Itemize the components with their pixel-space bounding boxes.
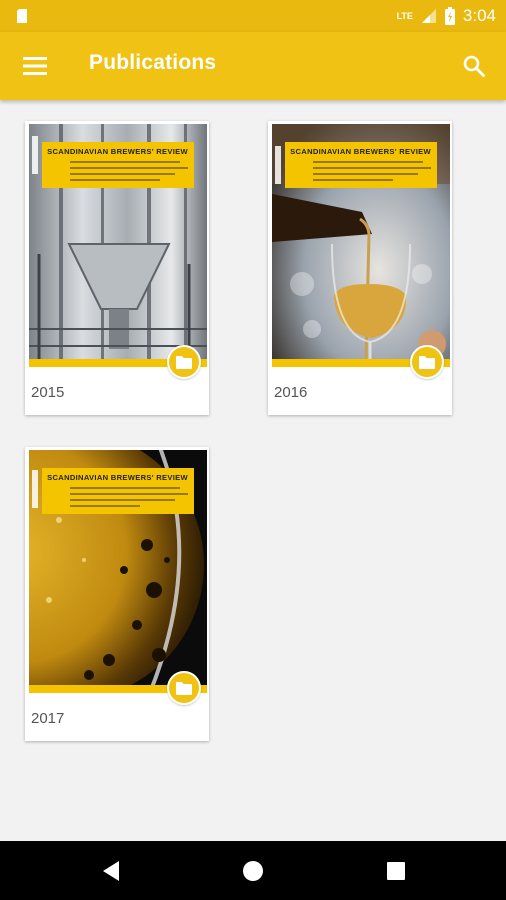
home-button[interactable]: [238, 856, 268, 886]
home-icon: [243, 861, 263, 881]
search-button[interactable]: [454, 46, 494, 86]
publication-cover[interactable]: SCANDINAVIAN BREWERS' REVIEW: [272, 124, 450, 367]
folder-button[interactable]: [167, 345, 201, 379]
publication-year: 2015: [31, 384, 65, 401]
folder-icon: [176, 355, 192, 369]
app-bar: Publications: [0, 32, 506, 100]
cover-title-banner: SCANDINAVIAN BREWERS' REVIEW: [42, 468, 194, 514]
menu-button[interactable]: [14, 46, 56, 86]
back-button[interactable]: [96, 856, 126, 886]
cover-title-banner: SCANDINAVIAN BREWERS' REVIEW: [42, 142, 194, 188]
publication-card-2017[interactable]: SCANDINAVIAN BREWERS' REVIEW 2017: [25, 447, 209, 741]
search-icon: [463, 55, 485, 77]
cover-title: SCANDINAVIAN BREWERS' REVIEW: [47, 147, 188, 156]
folder-button[interactable]: [410, 345, 444, 379]
publication-card-2016[interactable]: SCANDINAVIAN BREWERS' REVIEW 2016: [268, 121, 452, 415]
menu-icon: [23, 57, 47, 75]
cover-title-banner: SCANDINAVIAN BREWERS' REVIEW: [285, 142, 437, 188]
folder-icon: [419, 355, 435, 369]
navigation-bar: [0, 841, 506, 900]
publication-card-2015[interactable]: SCANDINAVIAN BREWERS' REVIEW 2015: [25, 121, 209, 415]
folder-button[interactable]: [167, 671, 201, 705]
signal-icon: [421, 9, 436, 23]
publication-cover[interactable]: SCANDINAVIAN BREWERS' REVIEW: [29, 450, 207, 693]
battery-icon: [444, 7, 455, 25]
publication-cover[interactable]: SCANDINAVIAN BREWERS' REVIEW: [29, 124, 207, 367]
back-icon: [103, 861, 119, 881]
clock: 3:04: [462, 6, 496, 25]
publication-year: 2016: [274, 384, 308, 401]
folder-icon: [176, 681, 192, 695]
network-type: LTE: [396, 10, 413, 21]
publication-year: 2017: [31, 710, 65, 727]
recents-button[interactable]: [381, 856, 411, 886]
recents-icon: [387, 862, 405, 880]
status-bar: LTE 3:04: [0, 0, 506, 32]
cover-title: SCANDINAVIAN BREWERS' REVIEW: [290, 147, 431, 156]
sd-card-icon: [17, 9, 27, 23]
cover-title: SCANDINAVIAN BREWERS' REVIEW: [47, 473, 188, 482]
page-title: Publications: [89, 51, 217, 74]
